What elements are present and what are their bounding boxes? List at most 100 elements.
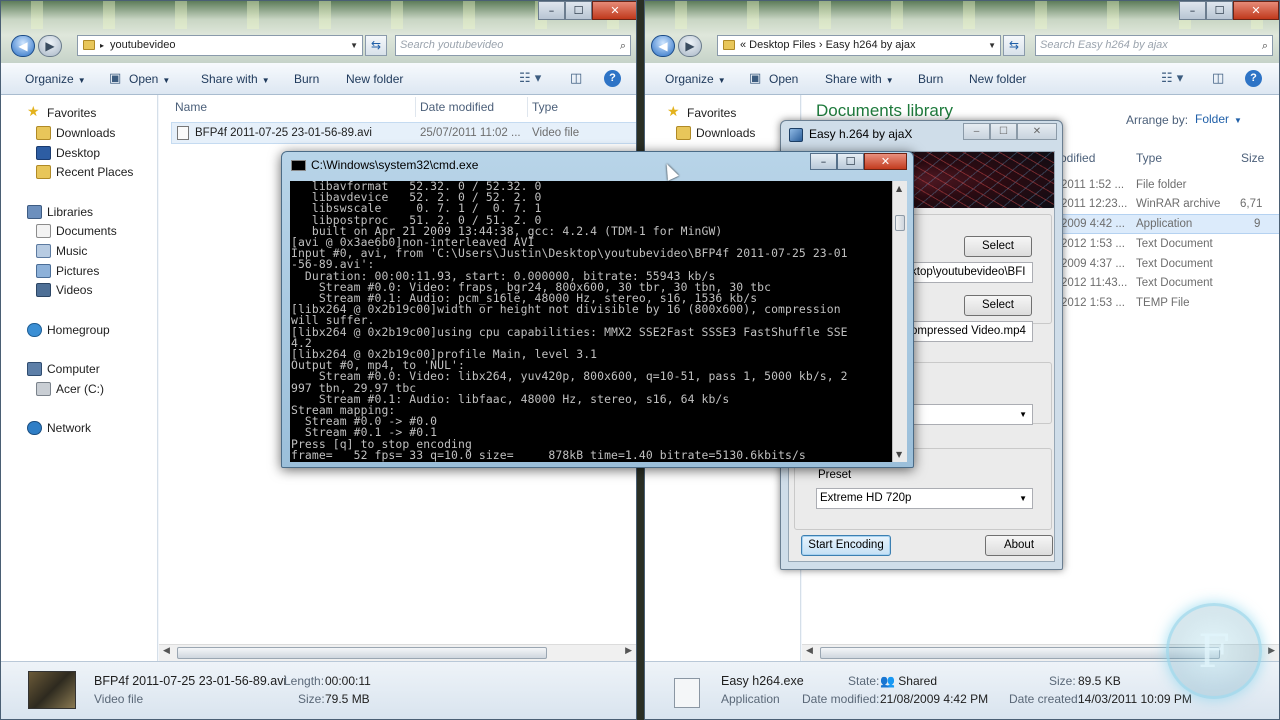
horizontal-scrollbar[interactable]: ◀ ▶ [159, 644, 636, 661]
forward-button[interactable]: ▶ [678, 35, 702, 57]
help-icon[interactable]: ? [604, 70, 621, 87]
nav-documents[interactable]: Documents [36, 224, 117, 238]
view-options-icon[interactable]: ☷ ▾ [519, 71, 541, 86]
close-button[interactable]: ✕ [1017, 123, 1057, 140]
nav-libraries[interactable]: Libraries [27, 205, 93, 219]
preview-pane-icon[interactable]: ◫ [570, 71, 582, 86]
back-button[interactable]: ◀ [651, 35, 675, 57]
search-icon: ⌕ [619, 39, 626, 52]
nav-downloads[interactable]: Downloads [36, 126, 115, 140]
help-icon[interactable]: ? [1245, 70, 1262, 87]
console-output[interactable]: libavformat 52.32. 0 / 52.32. 0 libavdev… [290, 181, 892, 462]
close-button[interactable]: ✕ [592, 1, 636, 20]
maximize-button[interactable]: ☐ [1206, 1, 1233, 20]
view-options-icon[interactable]: ☷ ▾ [1161, 71, 1183, 86]
modified-label: Date modified: [802, 692, 880, 706]
chevron-down-icon[interactable]: ▼ [988, 36, 996, 55]
back-button[interactable]: ◀ [11, 35, 35, 57]
command-bar: Organize ▼ ▣ Open Share with ▼ Burn New fo… [645, 63, 1279, 95]
close-button[interactable]: ✕ [1233, 1, 1279, 20]
refresh-button[interactable]: ⇆ [365, 35, 387, 56]
share-with-menu[interactable]: Share with ▼ [201, 72, 270, 86]
arrange-by-dropdown[interactable]: Folder ▼ [1195, 112, 1242, 126]
column-header-name[interactable]: Name [175, 100, 207, 114]
about-button[interactable]: About [985, 535, 1053, 556]
close-button[interactable]: ✕ [864, 153, 907, 170]
address-bar[interactable]: ▸ youtubevideo ▼ [77, 35, 363, 56]
shared-users-icon: 👥 [880, 674, 895, 688]
nav-computer[interactable]: Computer [27, 362, 100, 376]
scroll-thumb[interactable] [177, 647, 547, 659]
column-divider[interactable] [415, 97, 416, 117]
vertical-scrollbar[interactable]: ▲ ▼ [892, 181, 907, 462]
organize-menu[interactable]: Organize ▼ [25, 72, 86, 86]
scroll-left-icon[interactable]: ◀ [806, 646, 813, 656]
address-text: youtubevideo [110, 39, 176, 51]
maximize-button[interactable]: ☐ [837, 153, 864, 170]
nav-music[interactable]: Music [36, 244, 87, 258]
new-folder-button[interactable]: New folder [346, 72, 403, 86]
start-encoding-button[interactable]: Start Encoding [801, 535, 891, 556]
scroll-thumb[interactable] [820, 647, 1220, 659]
column-header-date-modified[interactable]: odified [1060, 151, 1095, 165]
modified-value: 21/08/2009 4:42 PM [880, 692, 989, 706]
select-input-button[interactable]: Select [964, 236, 1032, 257]
scroll-left-icon[interactable]: ◀ [163, 646, 170, 656]
organize-menu[interactable]: Organize ▼ [665, 72, 726, 86]
format-dropdown[interactable]: ▼ [907, 404, 1033, 425]
nav-desktop[interactable]: Desktop [36, 146, 100, 160]
row-type: Text Document [1136, 277, 1213, 289]
scroll-up-icon[interactable]: ▲ [896, 184, 902, 193]
address-text: « Desktop Files › Easy h264 by ajax [740, 39, 916, 51]
maximize-button[interactable]: ☐ [990, 123, 1017, 140]
nav-recent-places[interactable]: Recent Places [36, 165, 133, 179]
state-label: State: [848, 674, 880, 688]
column-header-size[interactable]: Size [1241, 151, 1264, 165]
new-folder-button[interactable]: New folder [969, 72, 1026, 86]
search-input[interactable]: Search youtubevideo ⌕ [395, 35, 631, 56]
open-menu[interactable]: Open ▼ [129, 72, 170, 86]
nav-homegroup[interactable]: Homegroup [27, 323, 110, 337]
minimize-button[interactable]: – [1179, 1, 1206, 20]
preset-dropdown[interactable]: Extreme HD 720p ▼ [816, 488, 1033, 509]
nav-downloads[interactable]: Downloads [676, 126, 755, 140]
column-divider[interactable] [527, 97, 528, 117]
maximize-button[interactable]: ☐ [565, 1, 592, 20]
chevron-down-icon[interactable]: ▼ [350, 36, 358, 55]
open-button[interactable]: Open [769, 72, 798, 86]
nav-pictures[interactable]: Pictures [36, 264, 99, 278]
share-with-menu[interactable]: Share with ▼ [825, 72, 894, 86]
burn-button[interactable]: Burn [918, 72, 943, 86]
scroll-down-icon[interactable]: ▼ [896, 450, 902, 459]
nav-favorites[interactable]: ★ Favorites [27, 105, 96, 120]
forward-button[interactable]: ▶ [38, 35, 62, 57]
nav-drive-c[interactable]: Acer (C:) [36, 382, 104, 396]
column-header-date-modified[interactable]: Date modified [420, 100, 494, 114]
select-output-button[interactable]: Select [964, 295, 1032, 316]
output-path-field[interactable]: ompressed Video.mp4 [907, 321, 1033, 342]
search-input[interactable]: Search Easy h264 by ajax ⌕ [1035, 35, 1273, 56]
created-label: Date created: [1009, 692, 1082, 706]
cmd-title: C:\Windows\system32\cmd.exe [311, 158, 479, 172]
scroll-right-icon[interactable]: ▶ [1268, 646, 1275, 656]
scroll-right-icon[interactable]: ▶ [625, 646, 632, 656]
nav-favorites[interactable]: ★ Favorites [667, 105, 736, 120]
preview-pane-icon[interactable]: ◫ [1212, 71, 1224, 86]
minimize-button[interactable]: – [538, 1, 565, 20]
minimize-button[interactable]: – [963, 123, 990, 140]
column-header-type[interactable]: Type [532, 100, 558, 114]
scroll-thumb[interactable] [895, 215, 905, 231]
cmd-window: C:\Windows\system32\cmd.exe – ☐ ✕ libavf… [281, 151, 914, 468]
row-date: 2012 1:53 ... [1061, 238, 1125, 250]
documents-icon [36, 224, 51, 238]
table-row[interactable]: BFP4f 2011-07-25 23-01-56-89.avi 25/07/2… [171, 122, 636, 144]
nav-videos[interactable]: Videos [36, 283, 92, 297]
input-path-field[interactable]: ktop\youtubevideo\BFI [907, 262, 1033, 283]
address-bar[interactable]: « Desktop Files › Easy h264 by ajax ▼ [717, 35, 1001, 56]
burn-button[interactable]: Burn [294, 72, 319, 86]
row-date: 2009 4:42 ... [1061, 218, 1125, 230]
nav-network[interactable]: Network [27, 421, 91, 435]
minimize-button[interactable]: – [810, 153, 837, 170]
refresh-button[interactable]: ⇆ [1003, 35, 1025, 56]
column-header-type[interactable]: Type [1136, 151, 1162, 165]
